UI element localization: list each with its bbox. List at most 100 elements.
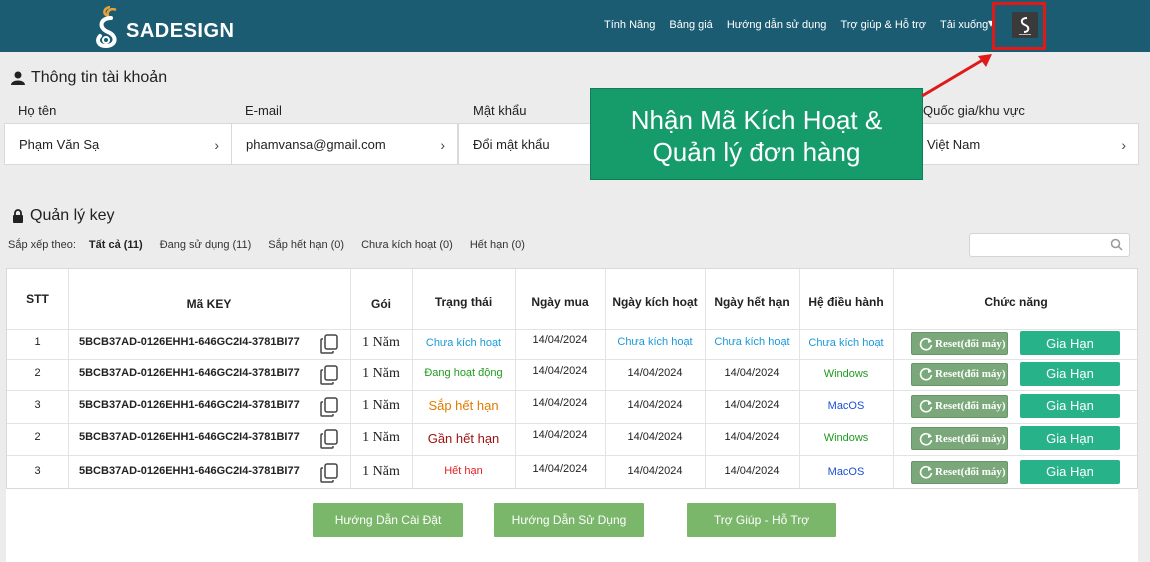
copy-icon[interactable] [320, 364, 338, 390]
brand-name: SADESIGN [126, 19, 235, 42]
copy-icon[interactable] [320, 334, 338, 359]
col-header-buy-date: Ngày mua [531, 295, 589, 309]
key-management-title: Quản lý key [12, 207, 114, 225]
table-cell-os: Chưa kích hoạt [808, 337, 884, 349]
support-button[interactable]: Trợ Giúp - Hỗ Trợ [687, 503, 836, 537]
table-cell-package: 1 Năm [362, 397, 400, 413]
reset-button-label: Reset(đổi máy) [935, 432, 1006, 445]
table-cell-status: Hết hạn [444, 465, 483, 477]
main-nav: Tính Năng Bảng giá Hướng dẫn sử dụng Trợ… [604, 19, 1002, 31]
table-cell-activate-date: 14/04/2024 [627, 431, 683, 443]
email-label: E-mail [245, 103, 282, 118]
col-header-expire-date: Ngày hết hạn [714, 295, 790, 309]
renew-button[interactable]: Gia Hạn [1020, 459, 1120, 484]
reset-device-button[interactable]: Reset(đổi máy) [911, 460, 1008, 484]
reset-device-button[interactable]: Reset(đổi máy) [911, 362, 1008, 386]
name-field[interactable]: Phạm Văn Sạ › [4, 123, 232, 165]
search-icon[interactable] [1110, 238, 1123, 251]
reset-button-label: Reset(đổi máy) [935, 368, 1006, 380]
table-cell-stt: 2 [34, 366, 41, 379]
user-logo-icon [1019, 17, 1031, 35]
filter-in-use[interactable]: Đang sử dụng (11) [160, 239, 252, 251]
table-cell-buy-date: 14/04/2024 [532, 334, 588, 346]
renew-button[interactable]: Gia Hạn [1020, 331, 1120, 355]
country-field[interactable]: Việt Nam › [912, 123, 1139, 165]
table-cell-key: 5BCB37AD-0126EHH1-646GC2I4-3781BI77 [79, 366, 300, 379]
reset-button-label: Reset(đổi máy) [935, 466, 1006, 478]
account-info-title-text: Thông tin tài khoản [31, 69, 168, 86]
renew-button[interactable]: Gia Hạn [1020, 393, 1120, 418]
usage-guide-button[interactable]: Hướng Dẫn Sử Dụng [494, 503, 644, 537]
table-cell-status: Gần hết hạn [427, 430, 500, 446]
table-cell-key: 5BCB37AD-0126EHH1-646GC2I4-3781BI77 [79, 431, 300, 443]
refresh-icon [919, 367, 933, 381]
brand-logo[interactable]: SADESIGN [94, 6, 234, 50]
copy-icon[interactable] [320, 462, 338, 488]
avatar[interactable] [1012, 12, 1038, 38]
table-cell-buy-date: 14/04/2024 [532, 429, 588, 441]
account-info-title: Thông tin tài khoản [11, 69, 167, 87]
reset-device-button[interactable]: Reset(đổi máy) [911, 427, 1008, 450]
table-cell-status: Sắp hết hạn [428, 398, 499, 413]
reset-button-label: Reset(đổi máy) [935, 337, 1006, 350]
table-cell-activate-date: 14/04/2024 [627, 366, 683, 379]
col-header-os: Hệ điều hành [808, 295, 884, 309]
nav-item-pricing[interactable]: Bảng giá [669, 19, 712, 31]
refresh-icon [919, 432, 933, 446]
col-header-key: Mã KEY [186, 297, 232, 311]
table-cell-expire-date: 14/04/2024 [724, 431, 780, 443]
filter-not-activated[interactable]: Chưa kích hoạt (0) [361, 239, 453, 251]
table-cell-package: 1 Năm [362, 463, 400, 479]
col-header-status: Trạng thái [434, 295, 493, 309]
nav-item-guide[interactable]: Hướng dẫn sử dụng [727, 19, 827, 31]
nav-item-support[interactable]: Trợ giúp & Hỗ trợ [840, 19, 926, 31]
name-label: Họ tên [18, 103, 57, 118]
col-header-actions: Chức năng [984, 295, 1048, 309]
table-cell-buy-date: 14/04/2024 [532, 462, 588, 475]
nav-item-download[interactable]: Tải xuống [940, 19, 988, 31]
renew-button[interactable]: Gia Hạn [1020, 426, 1120, 450]
filter-all[interactable]: Tất cả (11) [89, 239, 143, 251]
table-cell-os: MacOS [827, 465, 865, 478]
lock-icon [13, 209, 23, 223]
table-cell-expire-date: 14/04/2024 [724, 366, 780, 379]
chevron-right-icon: › [440, 137, 445, 153]
col-header-activate-date: Ngày kích hoạt [612, 295, 698, 309]
search-input[interactable] [969, 233, 1130, 257]
table-cell-stt: 2 [34, 431, 41, 443]
table-cell-stt: 3 [34, 464, 41, 477]
table-cell-stt: 1 [34, 336, 41, 348]
refresh-icon [919, 337, 933, 351]
table-cell-status: Đang hoạt động [424, 367, 503, 379]
account-avatar-highlight[interactable] [992, 2, 1046, 50]
password-value: Đổi mật khẩu [473, 136, 550, 152]
filter-expired[interactable]: Hết hạn (0) [470, 239, 525, 251]
filter-expiring-soon[interactable]: Sắp hết hạn (0) [268, 239, 344, 251]
table-cell-activate-date: 14/04/2024 [627, 464, 683, 477]
sort-label: Sắp xếp theo: [8, 239, 76, 251]
table-cell-os: Windows [823, 432, 869, 444]
table-cell-status: Chưa kích hoạt [425, 336, 502, 349]
table-cell-buy-date: 14/04/2024 [532, 364, 588, 377]
user-icon [11, 71, 25, 85]
table-cell-buy-date: 14/04/2024 [532, 396, 588, 409]
renew-button[interactable]: Gia Hạn [1020, 361, 1120, 386]
table-cell-expire-date: 14/04/2024 [724, 398, 780, 411]
reset-button-label: Reset(đổi máy) [935, 400, 1006, 412]
reset-device-button[interactable]: Reset(đổi máy) [911, 332, 1008, 355]
table-cell-expire-date: Chưa kích hoạt [714, 336, 790, 348]
install-guide-button[interactable]: Hướng Dẫn Cài Đặt [313, 503, 463, 537]
copy-icon[interactable] [320, 429, 338, 454]
reset-device-button[interactable]: Reset(đổi máy) [911, 394, 1008, 418]
password-field[interactable]: Đổi mật khẩu [458, 123, 598, 165]
refresh-icon [919, 465, 933, 479]
table-cell-package: 1 Năm [362, 365, 400, 381]
table-cell-expire-date: 14/04/2024 [724, 464, 780, 477]
sort-filter-bar: Sắp xếp theo: Tất cả (11) Đang sử dụng (… [8, 239, 542, 251]
email-field[interactable]: phamvansa@gmail.com › [231, 123, 458, 165]
table-cell-key: 5BCB37AD-0126EHH1-646GC2I4-3781BI77 [79, 464, 300, 477]
country-value: Việt Nam [927, 136, 981, 152]
copy-icon[interactable] [320, 396, 338, 422]
nav-item-features[interactable]: Tính Năng [604, 19, 655, 31]
table-cell-package: 1 Năm [362, 335, 400, 350]
